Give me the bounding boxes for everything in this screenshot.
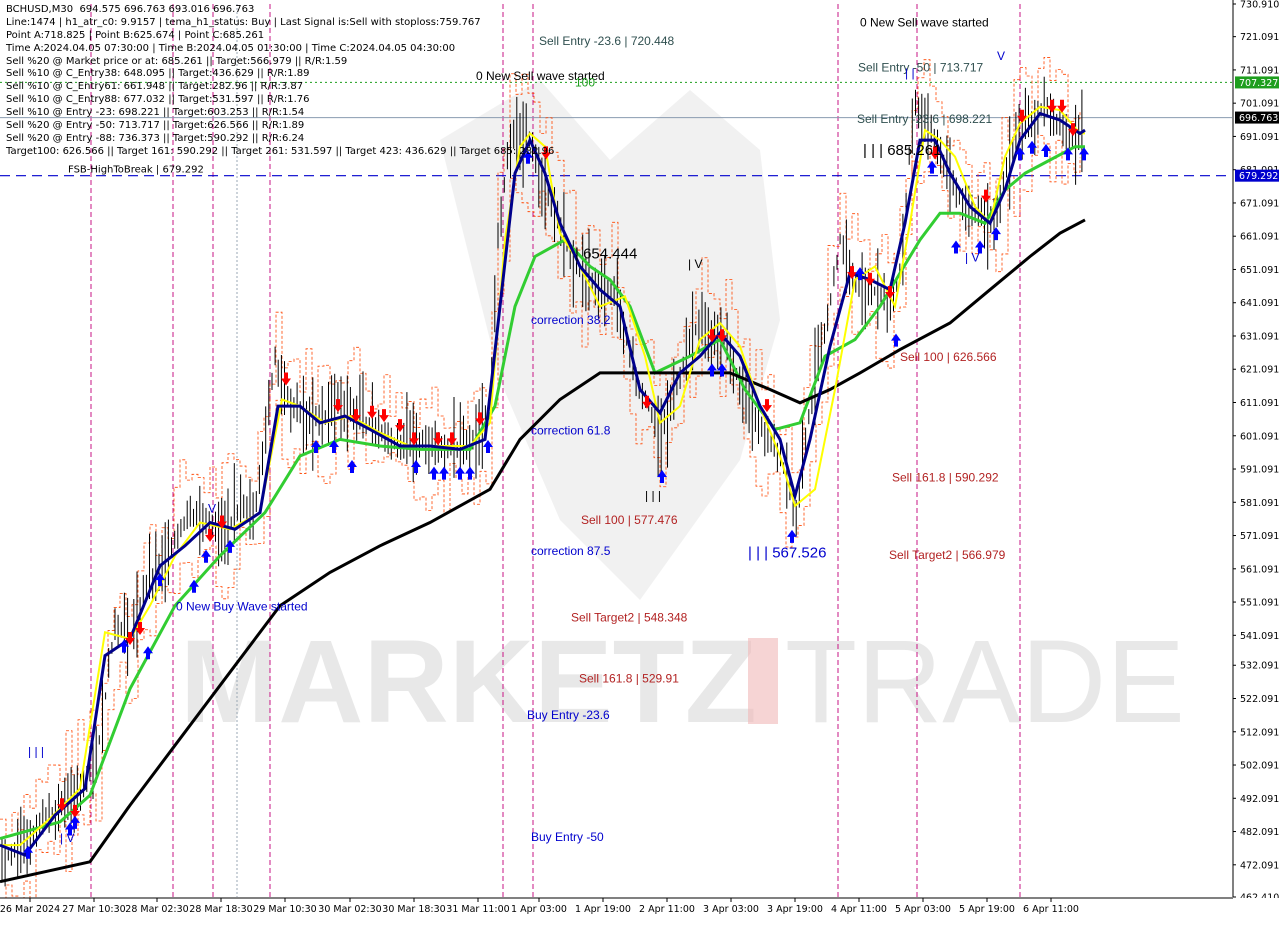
x-tick-label: 3 Apr 19:00: [767, 904, 823, 915]
x-tick-label: 5 Apr 19:00: [959, 904, 1015, 915]
y-tick-label: 502.091: [1240, 761, 1279, 772]
y-tick-label: 711.091: [1240, 65, 1279, 76]
x-tick-label: 31 Mar 11:00: [446, 904, 509, 915]
level-label: | V: [688, 257, 702, 271]
x-tick-label: 28 Mar 18:30: [189, 904, 252, 915]
level-label: 0 New Buy Wave started: [176, 600, 308, 614]
y-tick-label: 730.910: [1240, 0, 1279, 11]
y-tick-label: 561.091: [1240, 564, 1279, 575]
fsb-high-to-break-label: FSB-HighToBreak | 679.292: [68, 165, 204, 176]
y-tick-label: 532.091: [1240, 661, 1279, 672]
info-line: Time A:2024.04.05 07:30:00 | Time B:2024…: [6, 42, 456, 54]
y-tick-label: 611.091: [1240, 398, 1279, 409]
x-tick-label: 3 Apr 03:00: [703, 904, 759, 915]
y-tick-label: 631.091: [1240, 332, 1279, 343]
level-label: correction 61.8: [531, 423, 611, 437]
x-tick-label: 2 Apr 11:00: [639, 904, 695, 915]
level-label: Sell Entry -50 | 713.717: [858, 61, 984, 75]
y-tick-label: 691.091: [1240, 132, 1279, 143]
y-tick-label: 721.091: [1240, 32, 1279, 43]
y-tick-label: 522.091: [1240, 694, 1279, 705]
x-tick-label: 1 Apr 19:00: [575, 904, 631, 915]
y-tick-label: 472.091: [1240, 860, 1279, 871]
time-axis: 26 Mar 2024 27 Mar 10:30 28 Mar 02:30 28 Ma…: [0, 897, 1280, 920]
level-label: | | | 567.526: [748, 545, 826, 562]
x-tick-label: 4 Apr 11:00: [831, 904, 887, 915]
x-tick-label: 1 Apr 03:00: [511, 904, 567, 915]
x-tick-label: 5 Apr 03:00: [895, 904, 951, 915]
level-label: Sell 161.8 | 590.292: [892, 471, 999, 485]
y-tick-label: 661.091: [1240, 232, 1279, 243]
info-line: Sell %10 @ C_Entry61: 661.948 || Target:…: [6, 81, 304, 93]
info-line: Target100: 626.566 || Target 161: 590.29…: [6, 145, 555, 157]
price-badge-label: 679.292: [1239, 171, 1278, 182]
level-label: correction 38.2: [531, 313, 611, 327]
y-tick-label: 512.091: [1240, 727, 1279, 738]
info-line: Sell %20 @ Entry -50: 713.717 || Target:…: [6, 120, 305, 132]
info-line: Sell %10 @ Entry -23: 698.221 || Target:…: [6, 107, 305, 119]
level-label: Sell Entry -23.6 | 720.448: [539, 34, 675, 48]
level-label: V: [997, 49, 1005, 63]
info-line: BCHUSD,M30 694.575 696.763 693.016 696.7…: [6, 4, 255, 15]
y-tick-label: 601.091: [1240, 431, 1279, 442]
y-tick-label: 651.091: [1240, 265, 1279, 276]
watermark-separator: [748, 638, 778, 724]
x-tick-label: 29 Mar 10:30: [253, 904, 316, 915]
level-label: Sell Target2 | 548.348: [571, 611, 688, 625]
y-tick-label: 641.091: [1240, 298, 1279, 309]
indicator-info-panel: BCHUSD,M30 694.575 696.763 693.016 696.7…: [6, 4, 554, 159]
x-tick-label: 30 Mar 02:30: [318, 904, 381, 915]
info-line: Point A:718.825 | Point B:625.674 | Poin…: [6, 29, 265, 41]
info-line: Line:1474 | h1_atr_c0: 9.9157 | tema_h1_…: [6, 16, 481, 28]
level-label: Sell 161.8 | 529.91: [579, 672, 679, 686]
chart-area[interactable]: MARKETZ TRADE FSB-HighToBreak | 679.292 S…: [0, 0, 1280, 920]
y-tick-label: 621.091: [1240, 365, 1279, 376]
y-tick-label: 551.091: [1240, 598, 1279, 609]
x-tick-label: 27 Mar 10:30: [62, 904, 125, 915]
price-badge-label: 707.327: [1239, 78, 1278, 89]
level-label: Sell 100 | 577.476: [581, 513, 678, 527]
info-line: Sell %10 @ C_Entry38: 648.095 || Target:…: [6, 68, 310, 80]
y-tick-label: 671.091: [1240, 199, 1279, 210]
x-tick-label: 28 Mar 02:30: [125, 904, 188, 915]
level-label: | | |: [645, 488, 661, 502]
y-tick-label: 571.091: [1240, 531, 1279, 542]
level-label: Buy Entry -50: [531, 830, 604, 844]
level-label: Buy Entry -23.6: [527, 708, 610, 722]
price-badge-label: 696.763: [1239, 113, 1278, 124]
y-tick-label: 701.091: [1240, 99, 1279, 110]
level-label: | V: [60, 831, 74, 845]
y-tick-label: 581.091: [1240, 498, 1279, 509]
level-label: Sell Target2 | 566.979: [889, 548, 1006, 562]
info-line: Sell %10 @ C_Entry88: 677.032 || Target:…: [6, 94, 310, 106]
level-label: correction 87.5: [531, 544, 611, 558]
y-tick-label: 591.091: [1240, 465, 1279, 476]
y-tick-label: 492.091: [1240, 794, 1279, 805]
y-tick-label: 541.091: [1240, 631, 1279, 642]
level-label: | V: [965, 251, 979, 265]
level-label: V: [208, 502, 216, 516]
level-label: Sell Entry -23.6 | 698.221: [857, 112, 993, 126]
price-axis: 730.910721.091711.091701.091691.091681.0…: [1232, 0, 1280, 920]
level-label: 100: [575, 76, 595, 90]
level-label: | | |: [28, 744, 44, 758]
x-tick-label: 6 Apr 11:00: [1023, 904, 1079, 915]
level-label: Sell 100 | 626.566: [900, 350, 997, 364]
level-label: | |: [905, 66, 915, 80]
info-line: Sell %20 @ Market price or at: 685.261 |…: [6, 55, 348, 67]
level-label: 0 New Sell wave started: [860, 15, 989, 29]
watermark-right-text: TRADE: [785, 616, 1185, 748]
y-tick-label: 482.091: [1240, 827, 1279, 838]
info-line: Sell %20 @ Entry -88: 736.373 || Target:…: [6, 132, 305, 144]
level-label: | 654.444: [575, 246, 637, 263]
x-tick-label: 26 Mar 2024: [0, 904, 60, 915]
level-label: | | | 685.261: [863, 142, 941, 159]
x-tick-label: 30 Mar 18:30: [382, 904, 445, 915]
